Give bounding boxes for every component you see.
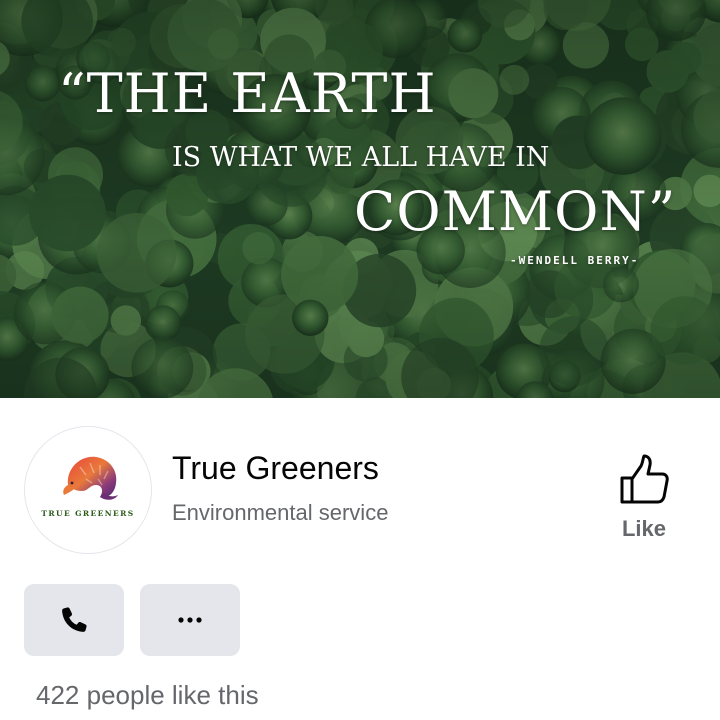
call-button[interactable] <box>24 584 124 656</box>
like-button[interactable]: Like <box>604 452 684 548</box>
like-label: Like <box>621 516 667 541</box>
cover-photo[interactable]: “THE EARTH IS WHAT WE ALL HAVE IN COMMON… <box>0 0 720 398</box>
avatar-brand-text: TRUE GREENERS <box>41 509 135 518</box>
more-options-button[interactable] <box>140 584 240 656</box>
page-category[interactable]: Environmental service <box>172 500 388 526</box>
more-dots-icon <box>178 617 202 623</box>
cover-quote-line-2: IS WHAT WE ALL HAVE IN <box>172 142 550 173</box>
phone-icon <box>62 607 87 632</box>
cover-quote-line-1: “THE EARTH <box>58 62 437 125</box>
cover-quote-author: -WENDELL BERRY- <box>510 254 640 267</box>
profile-avatar[interactable]: TRUE GREENERS <box>24 426 152 554</box>
pangolin-logo-icon <box>63 456 118 500</box>
likes-count[interactable]: 422 people like this <box>36 680 259 711</box>
thumbs-up-icon <box>620 454 669 504</box>
page-title[interactable]: True Greeners <box>172 450 379 487</box>
cover-quote-line-3: COMMON” <box>354 180 677 243</box>
